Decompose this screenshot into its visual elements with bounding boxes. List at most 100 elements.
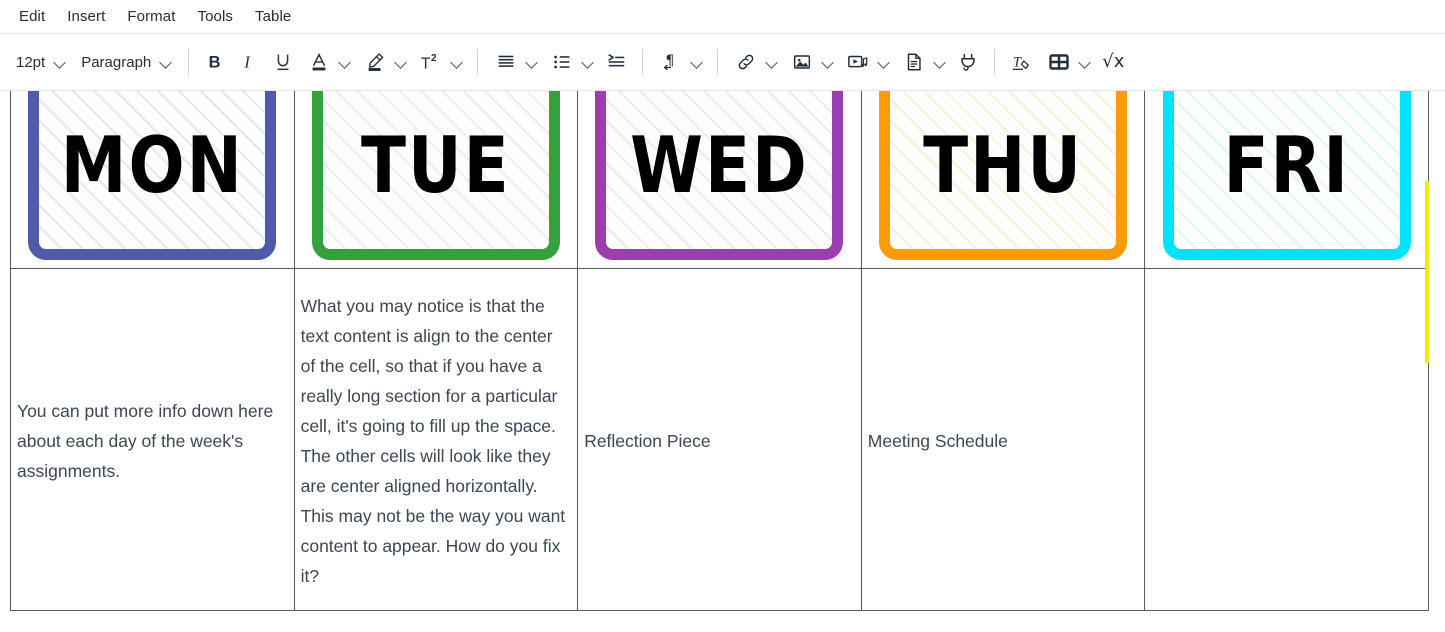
svg-text:T: T	[421, 55, 431, 72]
bullet-list-caret[interactable]	[577, 45, 599, 79]
document-icon	[908, 53, 921, 71]
menu-insert[interactable]: Insert	[56, 5, 116, 28]
highlight-color-button[interactable]	[356, 45, 390, 79]
cut-off-next-card	[1425, 181, 1429, 363]
insert-link-button[interactable]	[727, 45, 761, 79]
text-color-split	[300, 45, 356, 79]
table-cell-header-mon[interactable]: MON	[10, 91, 295, 269]
menu-format[interactable]: Format	[116, 5, 186, 28]
clear-format-icon: T	[1013, 55, 1030, 71]
plug-icon	[961, 53, 975, 71]
media-icon	[848, 55, 868, 68]
superscript-button[interactable]: T 2	[412, 45, 446, 79]
superscript-caret[interactable]	[446, 45, 468, 79]
paragraph-rtl-icon: ¶	[664, 53, 675, 71]
day-card-mon[interactable]: MON	[28, 91, 277, 260]
chevron-down-icon	[878, 56, 891, 69]
day-card-thu[interactable]: THU	[879, 91, 1128, 260]
font-size-select[interactable]: 12pt	[8, 45, 73, 79]
text-direction-caret[interactable]	[686, 45, 708, 79]
menu-table[interactable]: Table	[244, 5, 302, 28]
insert-image-caret[interactable]	[817, 45, 839, 79]
table-cell-body-fri[interactable]	[1144, 267, 1429, 611]
insert-image-split	[783, 45, 839, 79]
bold-button[interactable]: B	[198, 45, 232, 79]
table-cell-header-fri[interactable]: FRI	[1144, 91, 1429, 269]
table-button[interactable]	[1040, 45, 1074, 79]
chevron-down-icon	[395, 56, 408, 69]
text-direction-split: ¶	[652, 45, 708, 79]
insert-image-button[interactable]	[783, 45, 817, 79]
insert-document-split	[895, 45, 951, 79]
superscript-split: T 2	[412, 45, 468, 79]
table-cell-header-tue[interactable]: TUE	[293, 91, 579, 269]
day-label: WED	[630, 119, 809, 211]
menu-edit[interactable]: Edit	[8, 5, 56, 28]
table-cell-body-thu[interactable]: Meeting Schedule	[860, 267, 1146, 611]
cell-text: You can put more info down here about ea…	[17, 401, 274, 481]
menu-tools[interactable]: Tools	[186, 5, 244, 28]
table-icon	[1049, 54, 1069, 70]
table-cell-header-thu[interactable]: THU	[860, 91, 1146, 269]
chevron-down-icon	[526, 56, 539, 69]
table-cell-body-mon[interactable]: You can put more info down here about ea…	[10, 267, 295, 611]
svg-text:I: I	[244, 53, 252, 72]
cell-text: Reflection Piece	[584, 431, 711, 451]
link-icon	[738, 54, 754, 70]
day-label: THU	[923, 119, 1083, 211]
toolbar-divider	[994, 49, 996, 75]
menu-bar: Edit Insert Format Tools Table	[0, 0, 1445, 34]
insert-document-button[interactable]	[895, 45, 929, 79]
image-icon	[794, 55, 811, 69]
document-body[interactable]: MON TUE WED THU FRI You can put more inf…	[0, 91, 1445, 631]
insert-link-split	[727, 45, 783, 79]
highlight-color-caret[interactable]	[390, 45, 412, 79]
chevron-down-icon	[451, 56, 464, 69]
toolbar: 12pt Paragraph B I T 2 ¶ T √x	[0, 34, 1445, 91]
clear-formatting-button[interactable]: T	[1004, 45, 1040, 79]
equation-button[interactable]: √x	[1096, 45, 1130, 79]
underline-button[interactable]	[266, 45, 300, 79]
table-cell-header-wed[interactable]: WED	[577, 91, 862, 269]
chevron-down-icon	[691, 56, 704, 69]
text-color-button[interactable]	[300, 45, 334, 79]
chevron-down-icon	[339, 56, 352, 69]
block-format-select[interactable]: Paragraph	[73, 45, 179, 79]
chevron-down-icon	[822, 56, 835, 69]
insert-link-caret[interactable]	[761, 45, 783, 79]
table-cell-body-tue[interactable]: What you may notice is that the text con…	[293, 267, 579, 611]
block-format-value: Paragraph	[81, 53, 152, 71]
bold-icon: B	[209, 54, 221, 72]
toolbar-divider	[717, 49, 719, 75]
align-justify-icon	[498, 55, 514, 67]
indent-button[interactable]	[599, 45, 633, 79]
align-button[interactable]	[487, 45, 521, 79]
table-cell-body-wed[interactable]: Reflection Piece	[577, 267, 862, 611]
insert-document-caret[interactable]	[929, 45, 951, 79]
text-direction-button[interactable]: ¶	[652, 45, 686, 79]
day-card-wed[interactable]: WED	[595, 91, 844, 260]
table-header-row: MON TUE WED THU FRI	[10, 91, 1429, 269]
chevron-down-icon	[160, 56, 173, 69]
chevron-down-icon	[1079, 56, 1092, 69]
cell-text: Meeting Schedule	[867, 431, 1008, 451]
italic-icon: I	[244, 53, 252, 72]
insert-media-caret[interactable]	[873, 45, 895, 79]
day-card-tue[interactable]: TUE	[311, 91, 560, 260]
align-caret[interactable]	[521, 45, 543, 79]
chevron-down-icon	[766, 56, 779, 69]
bullet-list-button[interactable]	[543, 45, 577, 79]
day-label: TUE	[361, 119, 511, 211]
table-caret[interactable]	[1074, 45, 1096, 79]
bullet-list-icon	[554, 55, 570, 69]
plugin-button[interactable]	[951, 45, 985, 79]
svg-text:2: 2	[431, 53, 437, 64]
day-card-fri[interactable]: FRI	[1162, 91, 1411, 260]
toolbar-divider	[642, 49, 644, 75]
insert-media-button[interactable]	[839, 45, 873, 79]
italic-button[interactable]: I	[232, 45, 266, 79]
highlight-color-split	[356, 45, 412, 79]
underline-icon	[277, 54, 289, 71]
indent-increase-icon	[608, 53, 625, 67]
text-color-caret[interactable]	[334, 45, 356, 79]
